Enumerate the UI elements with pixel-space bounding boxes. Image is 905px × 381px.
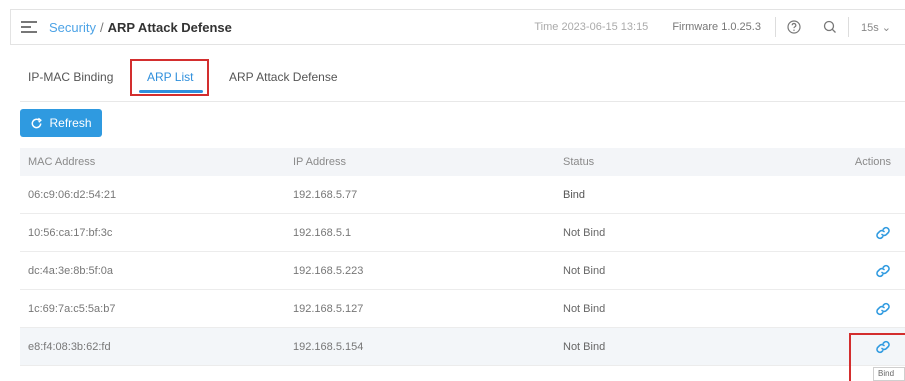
status-cell: Not Bind (563, 302, 606, 315)
link-icon[interactable] (875, 339, 891, 355)
tab-ip-mac-binding[interactable]: IP-MAC Binding (28, 70, 113, 84)
ip-cell: 192.168.5.1 (293, 226, 352, 239)
tab-highlight-box (130, 59, 209, 96)
link-icon[interactable] (875, 225, 891, 241)
refresh-button[interactable]: Refresh (20, 109, 102, 137)
breadcrumb-separator: / (99, 19, 104, 35)
actions-cell (833, 339, 905, 355)
refresh-interval-select[interactable]: 15s ⌄ (861, 21, 891, 34)
page-title: ARP Attack Defense (107, 19, 232, 35)
actions-cell (833, 225, 905, 241)
mac-cell: e8:f4:08:3b:62:fd (28, 340, 111, 353)
tab-bar: IP-MAC Binding ARP List ARP Attack Defen… (20, 59, 905, 102)
ip-cell: 192.168.5.77 (293, 188, 358, 201)
column-header-mac: MAC Address (28, 156, 96, 168)
arp-table: MAC Address IP Address Status Actions 06… (20, 148, 905, 366)
firmware-version: Firmware 1.0.25.3 (672, 21, 761, 33)
tab-arp-attack-defense[interactable]: ARP Attack Defense (229, 70, 338, 84)
table-row: 1c:69:7a:c5:5a:b7 192.168.5.127 Not Bind (20, 290, 905, 328)
bind-tooltip: Bind (873, 367, 905, 381)
actions-cell (833, 263, 905, 279)
ip-cell: 192.168.5.127 (293, 302, 364, 315)
refresh-label: Refresh (49, 116, 92, 130)
mac-cell: 10:56:ca:17:bf:3c (28, 226, 113, 239)
divider (847, 17, 849, 37)
header-right: Time 2023-06-15 13:15 Firmware 1.0.25.3 … (534, 10, 905, 44)
time-display: Time 2023-06-15 13:15 (534, 21, 649, 33)
breadcrumb: Security / ARP Attack Defense (49, 20, 232, 35)
table-row: 06:c9:06:d2:54:21 192.168.5.77 Bind (20, 176, 905, 214)
help-icon[interactable] (782, 15, 806, 39)
chevron-down-icon: ⌄ (881, 21, 891, 34)
mac-cell: 1c:69:7a:c5:5a:b7 (28, 302, 116, 315)
search-icon[interactable] (818, 15, 842, 39)
menu-icon[interactable] (21, 21, 37, 33)
status-cell: Bind (563, 188, 586, 201)
column-header-status: Status (563, 156, 595, 168)
ip-cell: 192.168.5.154 (293, 340, 364, 353)
link-icon[interactable] (875, 301, 891, 317)
status-cell: Not Bind (563, 226, 606, 239)
status-cell: Not Bind (563, 264, 606, 277)
mac-cell: dc:4a:3e:8b:5f:0a (28, 264, 114, 277)
column-header-actions: Actions (854, 156, 891, 168)
actions-cell (833, 301, 905, 317)
table-row: 10:56:ca:17:bf:3c 192.168.5.1 Not Bind (20, 214, 905, 252)
column-header-ip: IP Address (293, 156, 346, 168)
refresh-interval-value: 15s (860, 21, 879, 34)
refresh-icon (32, 117, 43, 128)
status-cell: Not Bind (563, 340, 606, 353)
top-bar: Security / ARP Attack Defense Time 2023-06… (10, 9, 905, 45)
ip-cell: 192.168.5.223 (293, 264, 364, 277)
divider (774, 17, 776, 37)
link-icon[interactable] (875, 263, 891, 279)
breadcrumb-parent[interactable]: Security (49, 20, 96, 35)
table-header: MAC Address IP Address Status Actions (20, 148, 905, 176)
table-row: dc:4a:3e:8b:5f:0a 192.168.5.223 Not Bind (20, 252, 905, 290)
table-row: e8:f4:08:3b:62:fd 192.168.5.154 Not Bind (20, 328, 905, 366)
mac-cell: 06:c9:06:d2:54:21 (28, 188, 117, 201)
